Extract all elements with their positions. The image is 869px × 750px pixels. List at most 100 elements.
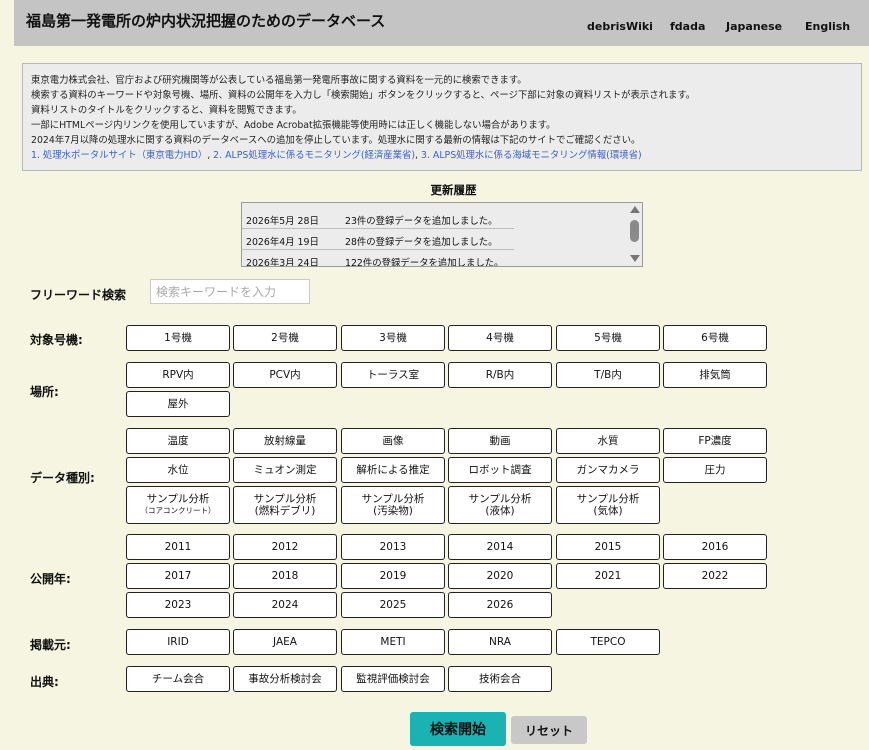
history-message: 122件の登録データを追加しました。: [345, 258, 504, 267]
year-button-2012[interactable]: 2012: [233, 534, 337, 560]
sample-sublabel: （コアコンクリート）: [140, 506, 216, 515]
datatype-button-water-quality[interactable]: 水質: [556, 428, 660, 454]
datatype-button-analysis-estimate[interactable]: 解析による推定: [341, 457, 445, 483]
unit-button-3[interactable]: 3号機: [341, 325, 445, 351]
datatype-button-dose-rate[interactable]: 放射線量: [233, 428, 337, 454]
search-input[interactable]: [150, 279, 310, 304]
info-line: 資料リストのタイトルをクリックすると、資料を閲覧できます。: [31, 105, 302, 117]
year-button-2014[interactable]: 2014: [448, 534, 552, 560]
year-button-2026[interactable]: 2026: [448, 592, 552, 618]
nav-debriswiki[interactable]: debrisWiki: [587, 20, 653, 33]
datatype-button-temperature[interactable]: 温度: [126, 428, 230, 454]
source-button-accident-analysis[interactable]: 事故分析検討会: [233, 666, 337, 692]
location-button-outdoor[interactable]: 屋外: [126, 391, 230, 417]
location-button-pcv[interactable]: PCV内: [233, 362, 337, 388]
year-button-2021[interactable]: 2021: [556, 563, 660, 589]
datatype-button-sample-liquid[interactable]: サンプル分析 (液体): [448, 486, 552, 524]
unit-button-6[interactable]: 6号機: [663, 325, 767, 351]
link-alps-sea-monitoring-env[interactable]: 3. ALPS処理水に係る海域モニタリング情報(環境省): [421, 150, 642, 161]
header-bar: 福島第一発電所の炉内状況把握のためのデータベース debrisWiki fdad…: [14, 0, 869, 46]
unit-button-1[interactable]: 1号機: [126, 325, 230, 351]
publisher-button-irid[interactable]: IRID: [126, 629, 230, 655]
location-button-tb[interactable]: T/B内: [556, 362, 660, 388]
year-label: 公開年:: [30, 572, 71, 586]
reset-button[interactable]: リセット: [511, 716, 587, 744]
year-button-2018[interactable]: 2018: [233, 563, 337, 589]
datatype-button-sample-gas[interactable]: サンプル分析 (気体): [556, 486, 660, 524]
unit-button-5[interactable]: 5号機: [556, 325, 660, 351]
history-scrollbar[interactable]: [627, 203, 642, 266]
info-line: 一部にHTMLページ内リンクを使用していますが、Adobe Acrobat拡張機…: [31, 120, 556, 132]
year-button-2017[interactable]: 2017: [126, 563, 230, 589]
datatype-button-robot-survey[interactable]: ロボット調査: [448, 457, 552, 483]
year-button-2016[interactable]: 2016: [663, 534, 767, 560]
history-date: 2026年5月 28日: [246, 216, 319, 227]
sample-sublabel: (燃料デブリ): [254, 505, 316, 517]
nav-fdada[interactable]: fdada: [670, 20, 705, 33]
year-button-2023[interactable]: 2023: [126, 592, 230, 618]
sample-label: サンプル分析: [253, 493, 317, 505]
location-button-rpv[interactable]: RPV内: [126, 362, 230, 388]
history-row: 2026年4月 19日 28件の登録データを追加しました。: [242, 229, 514, 250]
datatype-button-video[interactable]: 動画: [448, 428, 552, 454]
info-line: 2024年7月以降の処理水に関する資料のデータベースへの追加を停止しています。処…: [31, 135, 641, 147]
datatype-button-sample-contaminant[interactable]: サンプル分析 (汚染物): [341, 486, 445, 524]
source-button-monitoring-review[interactable]: 監視評価検討会: [341, 666, 445, 692]
unit-button-4[interactable]: 4号機: [448, 325, 552, 351]
datatype-button-fp-concentration[interactable]: FP濃度: [663, 428, 767, 454]
info-panel: 東京電力株式会社、官庁および研究機関等が公表している福島第一発電所事故に関する資…: [22, 63, 862, 171]
publisher-button-jaea[interactable]: JAEA: [233, 629, 337, 655]
history-list[interactable]: 2026年5月 28日 23件の登録データを追加しました。 2026年4月 19…: [241, 202, 643, 267]
scroll-up-arrow-icon[interactable]: [630, 206, 640, 213]
sample-label: サンプル分析: [146, 493, 210, 505]
year-button-2019[interactable]: 2019: [341, 563, 445, 589]
unit-button-2[interactable]: 2号機: [233, 325, 337, 351]
link-separator: ,: [415, 150, 419, 162]
year-button-2025[interactable]: 2025: [341, 592, 445, 618]
location-button-stack[interactable]: 排気筒: [663, 362, 767, 388]
year-button-2024[interactable]: 2024: [233, 592, 337, 618]
datatype-button-water-level[interactable]: 水位: [126, 457, 230, 483]
datatype-button-image[interactable]: 画像: [341, 428, 445, 454]
datatype-label: データ種別:: [30, 471, 95, 485]
info-links: 1. 処理水ポータルサイト（東京電力HD）, 2. ALPS処理水に係るモニタリ…: [31, 148, 853, 163]
year-button-2015[interactable]: 2015: [556, 534, 660, 560]
scroll-down-arrow-icon[interactable]: [630, 255, 640, 262]
datatype-button-gamma-camera[interactable]: ガンマカメラ: [556, 457, 660, 483]
datatype-button-sample-fuel-debris[interactable]: サンプル分析 (燃料デブリ): [233, 486, 337, 524]
year-button-2020[interactable]: 2020: [448, 563, 552, 589]
history-row: 2026年3月 24日 122件の登録データを追加しました。: [242, 250, 514, 267]
location-button-torus-room[interactable]: トーラス室: [341, 362, 445, 388]
sample-label: サンプル分析: [361, 493, 425, 505]
link-treated-water-portal[interactable]: 1. 処理水ポータルサイト（東京電力HD）: [31, 150, 207, 161]
location-button-rb[interactable]: R/B内: [448, 362, 552, 388]
sample-label: サンプル分析: [468, 493, 532, 505]
publisher-button-meti[interactable]: METI: [341, 629, 445, 655]
link-alps-monitoring-meti[interactable]: 2. ALPS処理水に係るモニタリング(経済産業省): [213, 150, 415, 161]
location-label: 場所:: [30, 385, 59, 399]
units-label: 対象号機:: [30, 333, 83, 347]
nav-english[interactable]: English: [805, 20, 850, 33]
info-line: 検索する資料のキーワードや対象号機、場所、資料の公開年を入力し「検索開始」ボタン…: [31, 90, 696, 102]
scroll-thumb[interactable]: [630, 220, 639, 242]
sample-sublabel: (汚染物): [373, 505, 413, 517]
datatype-button-sample-core-concrete[interactable]: サンプル分析 （コアコンクリート）: [126, 486, 230, 524]
history-message: 28件の登録データを追加しました。: [345, 237, 498, 248]
link-separator: ,: [207, 150, 211, 162]
history-title: 更新履歴: [430, 183, 477, 197]
publisher-button-nra[interactable]: NRA: [448, 629, 552, 655]
year-button-2022[interactable]: 2022: [663, 563, 767, 589]
datatype-button-muon[interactable]: ミュオン測定: [233, 457, 337, 483]
search-start-button[interactable]: 検索開始: [410, 712, 506, 746]
sample-sublabel: (液体): [485, 505, 515, 517]
year-button-2011[interactable]: 2011: [126, 534, 230, 560]
sample-label: サンプル分析: [576, 493, 640, 505]
publisher-label: 掲載元:: [30, 638, 71, 652]
datatype-button-pressure[interactable]: 圧力: [663, 457, 767, 483]
publisher-button-tepco[interactable]: TEPCO: [556, 629, 660, 655]
source-button-technical-meeting[interactable]: 技術会合: [448, 666, 552, 692]
year-button-2013[interactable]: 2013: [341, 534, 445, 560]
source-button-team-meeting[interactable]: チーム会合: [126, 666, 230, 692]
nav-japanese[interactable]: Japanese: [726, 20, 782, 33]
sample-sublabel: (気体): [593, 505, 623, 517]
